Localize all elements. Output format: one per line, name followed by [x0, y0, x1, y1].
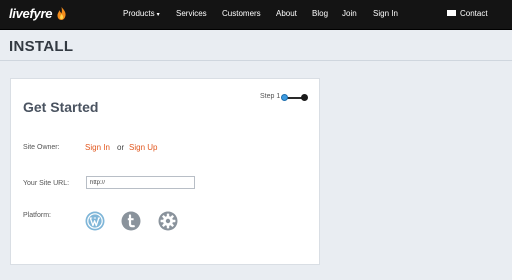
- get-started-card: Get Started Step 1 Site Owner: Sign In o…: [10, 78, 320, 265]
- or-text: or: [117, 143, 125, 152]
- nav-item-customers[interactable]: Customers: [222, 9, 261, 18]
- card-title: Get Started: [23, 99, 99, 115]
- nav-item-products[interactable]: Products ▾: [123, 9, 160, 18]
- chevron-down-icon: ▾: [156, 12, 160, 18]
- wordpress-icon[interactable]: [85, 211, 105, 231]
- page-header: INSTALL: [0, 31, 512, 61]
- nav-item-blog[interactable]: Blog: [312, 9, 328, 18]
- step-2-dot: [301, 94, 308, 101]
- sign-up-link[interactable]: Sign Up: [129, 143, 157, 152]
- contact-label: Contact: [460, 9, 488, 18]
- sign-in-link[interactable]: Sign In: [85, 143, 110, 152]
- settings-icon[interactable]: [158, 211, 178, 231]
- top-navigation-bar: livefyre Products ▾ Services Customers Ab…: [0, 0, 512, 30]
- mail-icon: [447, 10, 456, 16]
- nav-item-join[interactable]: Join: [342, 9, 357, 18]
- platform-label: Platform:: [23, 212, 52, 219]
- nav-item-sign-in[interactable]: Sign In: [373, 9, 398, 18]
- site-url-label: Your Site URL:: [23, 180, 70, 187]
- page-title: INSTALL: [9, 38, 74, 55]
- livefyre-logo[interactable]: livefyre: [9, 6, 52, 21]
- flame-icon: [57, 7, 66, 20]
- site-owner-label: Site Owner:: [23, 144, 60, 151]
- step-indicator-label: Step 1: [260, 93, 281, 100]
- site-url-input[interactable]: [86, 176, 195, 189]
- step-1-dot: [281, 94, 288, 101]
- nav-item-about[interactable]: About: [276, 9, 297, 18]
- nav-item-services[interactable]: Services: [176, 9, 207, 18]
- tumblr-icon[interactable]: [121, 211, 141, 231]
- contact-link[interactable]: Contact: [447, 9, 488, 18]
